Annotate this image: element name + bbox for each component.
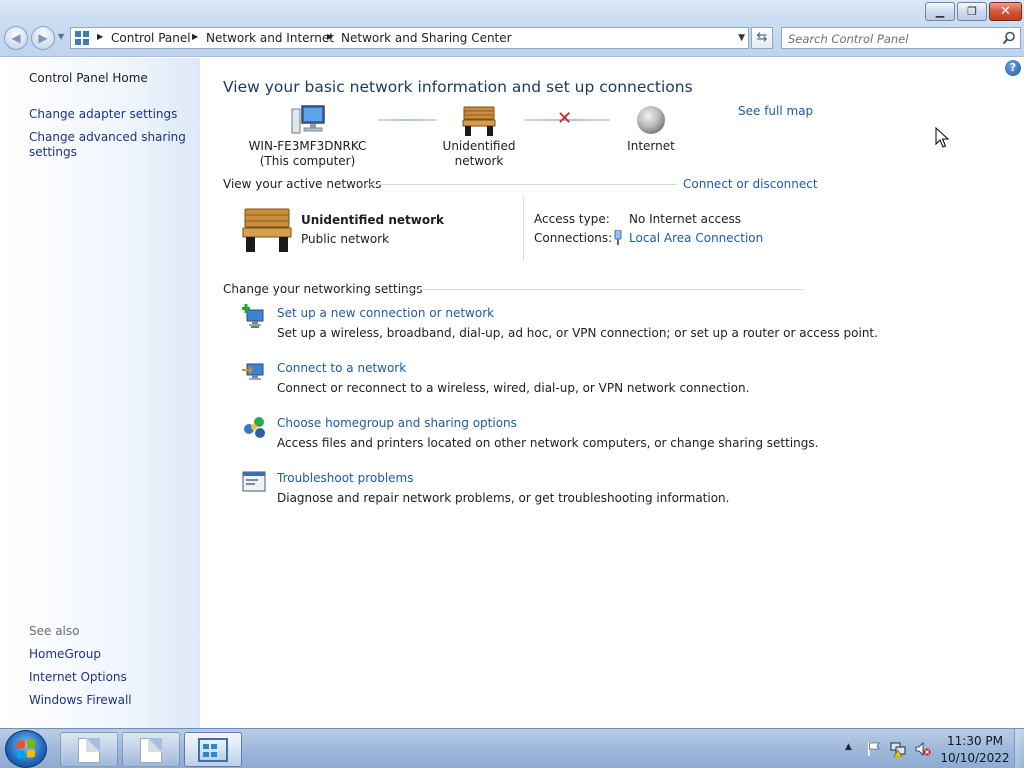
control-panel-home-link[interactable]: Control Panel Home <box>29 71 194 86</box>
active-networks-header: View your active networks <box>223 177 382 191</box>
taskbar-app-document[interactable] <box>122 732 180 767</box>
local-area-connection-link[interactable]: Local Area Connection <box>629 231 763 245</box>
connect-network-icon <box>242 363 264 380</box>
breadcrumb-network-and-internet[interactable]: Network and Internet <box>206 31 334 45</box>
vertical-divider <box>523 197 524 261</box>
see-also-label: See also <box>29 624 80 638</box>
control-panel-icon <box>198 738 228 762</box>
clock-date[interactable]: 10/10/2022 <box>940 751 1010 765</box>
refresh-icon: ⇆ <box>756 30 768 45</box>
minimize-icon: ▁ <box>935 5 945 18</box>
troubleshoot-desc: Diagnose and repair network problems, or… <box>277 491 730 505</box>
close-icon: ✕ <box>1000 4 1011 19</box>
windows-firewall-link[interactable]: Windows Firewall <box>29 693 194 708</box>
network-name: Unidentified network <box>442 139 516 168</box>
left-pane: Control Panel Home Change adapter settin… <box>0 58 200 728</box>
homegroup-icon <box>244 417 265 438</box>
divider <box>365 184 677 185</box>
breadcrumb-chevron-icon[interactable]: ▶ <box>97 32 103 41</box>
document-icon <box>140 738 162 763</box>
see-full-map-link[interactable]: See full map <box>738 104 813 118</box>
change-settings-header: Change your networking settings <box>223 282 423 296</box>
search-box[interactable] <box>781 27 1021 49</box>
new-connection-icon <box>242 304 264 328</box>
start-button[interactable] <box>5 730 47 768</box>
refresh-button[interactable]: ⇆ <box>751 27 773 49</box>
homegroup-sharing-desc: Access files and printers located on oth… <box>277 436 819 450</box>
setup-new-connection-desc: Set up a wireless, broadband, dial-up, a… <box>277 326 878 340</box>
connect-or-disconnect-link[interactable]: Connect or disconnect <box>683 177 818 191</box>
back-button[interactable]: ◀ <box>4 26 28 50</box>
change-adapter-settings-link[interactable]: Change adapter settings <box>29 107 194 122</box>
address-dropdown-icon[interactable]: ▼ <box>738 33 745 43</box>
address-bar[interactable]: ▶ Control Panel ▶ Network and Internet ▶… <box>70 27 749 49</box>
minimize-button[interactable]: ▁ <box>925 2 955 21</box>
map-node-internet[interactable]: Internet <box>620 105 682 154</box>
taskbar-app-document[interactable] <box>60 732 118 767</box>
computer-name: WIN-FE3MF3DNRKC <box>248 139 367 153</box>
search-input[interactable] <box>788 31 993 46</box>
breadcrumb-network-and-sharing-center[interactable]: Network and Sharing Center <box>341 31 512 45</box>
control-panel-icon <box>75 31 89 45</box>
setup-new-connection-link[interactable]: Set up a new connection or network <box>277 306 494 320</box>
troubleshoot-icon <box>242 471 266 492</box>
connect-to-network-link[interactable]: Connect to a network <box>277 361 406 375</box>
recent-pages-dropdown-icon[interactable]: ▼ <box>58 32 64 41</box>
computer-icon <box>291 105 325 134</box>
breadcrumb-control-panel[interactable]: Control Panel <box>111 31 191 45</box>
change-advanced-sharing-link[interactable]: Change advanced sharing settings <box>29 130 194 160</box>
restore-icon: ❐ <box>967 5 977 18</box>
restore-button[interactable]: ❐ <box>957 2 987 21</box>
access-type-value: No Internet access <box>629 212 742 226</box>
map-node-network[interactable]: Unidentified network <box>419 105 539 169</box>
map-node-computer[interactable]: WIN-FE3MF3DNRKC (This computer) <box>245 105 370 169</box>
mouse-cursor-icon <box>935 127 949 148</box>
forward-button[interactable]: ▶ <box>31 26 55 50</box>
help-icon[interactable]: ? <box>1005 60 1021 76</box>
bench-icon <box>242 208 292 252</box>
no-connection-x-icon[interactable]: ✕ <box>557 110 572 128</box>
access-type-label: Access type: <box>534 212 610 226</box>
show-hidden-icons-button[interactable]: ▲ <box>845 742 852 752</box>
internet-options-link[interactable]: Internet Options <box>29 670 194 685</box>
forward-arrow-icon: ▶ <box>38 31 48 45</box>
network-warning-icon[interactable] <box>890 741 906 757</box>
active-network-type-link[interactable]: Public network <box>301 232 389 246</box>
globe-icon <box>637 106 665 134</box>
connections-label: Connections: <box>534 231 613 245</box>
clock-time[interactable]: 11:30 PM <box>945 734 1005 748</box>
search-icon[interactable] <box>1002 31 1016 45</box>
troubleshoot-link[interactable]: Troubleshoot problems <box>277 471 413 485</box>
active-network-name: Unidentified network <box>301 213 444 227</box>
breadcrumb-chevron-icon[interactable]: ▶ <box>192 32 198 41</box>
back-arrow-icon: ◀ <box>11 31 21 45</box>
taskbar: ▲ 11:30 PM 10/10/2022 <box>0 728 1024 768</box>
page-title: View your basic network information and … <box>223 78 693 96</box>
document-icon <box>78 738 100 763</box>
homegroup-sharing-link[interactable]: Choose homegroup and sharing options <box>277 416 517 430</box>
internet-label: Internet <box>627 139 675 153</box>
computer-subtitle: (This computer) <box>259 154 356 168</box>
homegroup-link[interactable]: HomeGroup <box>29 647 194 662</box>
ethernet-connection-icon <box>614 230 622 245</box>
taskbar-app-control-panel[interactable] <box>184 732 242 767</box>
action-center-flag-icon[interactable] <box>866 741 882 757</box>
bench-icon <box>462 106 496 136</box>
windows-logo-icon <box>17 739 35 759</box>
window-chrome: ▁ ❐ ✕ ◀ ▶ ▼ ▶ Control Panel ▶ Network an… <box>0 0 1024 57</box>
close-button[interactable]: ✕ <box>989 2 1022 21</box>
breadcrumb-chevron-icon[interactable]: ▶ <box>327 32 333 41</box>
volume-muted-icon[interactable] <box>915 741 931 757</box>
show-desktop-button[interactable] <box>1014 729 1024 768</box>
connect-to-network-desc: Connect or reconnect to a wireless, wire… <box>277 381 750 395</box>
main-content: ? View your basic network information an… <box>200 58 1024 728</box>
divider <box>405 289 803 290</box>
